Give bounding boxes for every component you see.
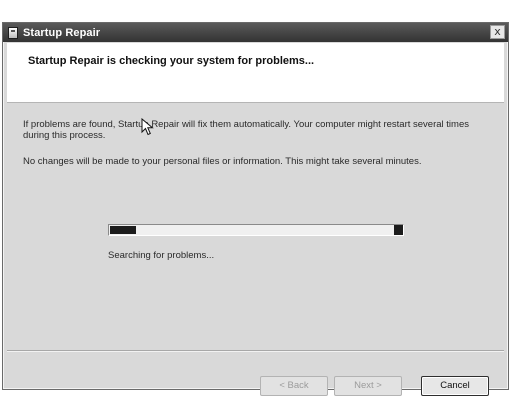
mouse-pointer-icon: [141, 118, 154, 136]
progress-end-marker: [394, 225, 403, 235]
app-window-icon: [8, 26, 18, 39]
content-area: If problems are found, Startup Repair wi…: [3, 103, 508, 396]
close-button[interactable]: x: [490, 25, 505, 39]
progress-bar: [108, 224, 404, 236]
cancel-button[interactable]: Cancel: [421, 376, 489, 396]
button-divider: [7, 350, 504, 352]
status-text: Searching for problems...: [108, 250, 215, 261]
info-paragraph-1: If problems are found, Startup Repair wi…: [23, 119, 469, 141]
window-title: Startup Repair: [23, 26, 101, 39]
next-button[interactable]: Next >: [334, 376, 402, 396]
info-paragraph-2: No changes will be made to your personal…: [23, 156, 422, 167]
header-panel: Startup Repair is checking your system f…: [7, 43, 504, 103]
page-heading: Startup Repair is checking your system f…: [28, 55, 315, 67]
close-icon: x: [494, 25, 501, 38]
progress-fill: [110, 226, 136, 234]
back-button[interactable]: < Back: [260, 376, 328, 396]
startup-repair-window: Startup Repair x Startup Repair is check…: [2, 22, 509, 396]
title-bar[interactable]: Startup Repair x: [3, 23, 508, 42]
